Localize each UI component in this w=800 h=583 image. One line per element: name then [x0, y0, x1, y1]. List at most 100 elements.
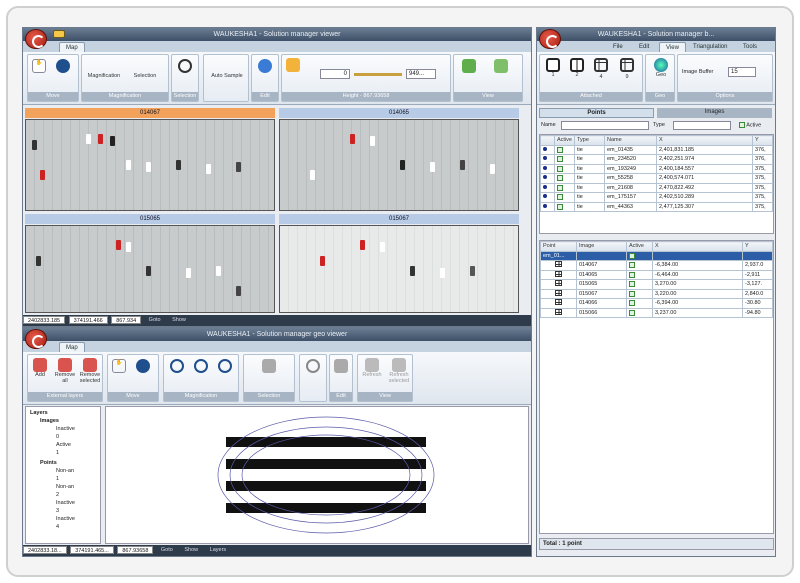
tree-images[interactable]: Images: [40, 417, 59, 425]
active-checkbox[interactable]: [629, 300, 635, 307]
app-orb-button[interactable]: [25, 329, 47, 349]
col-header-image[interactable]: Image: [576, 241, 627, 252]
crosshair-icon[interactable]: [178, 59, 192, 73]
table-row[interactable]: tie em_21608 2,470,822.492 375,: [540, 182, 773, 193]
image-header-015065[interactable]: 015065: [25, 214, 275, 224]
table-row[interactable]: 014067 -6,384.00 2,937.0: [540, 260, 773, 271]
tree-layers[interactable]: Layers: [30, 409, 48, 417]
goto-button[interactable]: Goto: [145, 315, 165, 326]
col-header-type[interactable]: Type: [574, 135, 605, 146]
image-header-015067[interactable]: 015067: [279, 214, 519, 224]
col-header-y[interactable]: Y: [752, 135, 773, 146]
table-row[interactable]: tie em_55258 2,400,574.071 375,: [540, 173, 773, 184]
image-header-014065[interactable]: 014065: [279, 108, 519, 118]
show-button[interactable]: Show: [168, 315, 190, 326]
table-row[interactable]: tie em_234520 2,402,251.974 376,: [540, 154, 773, 165]
col-header-active[interactable]: Active: [626, 241, 653, 252]
active-checkbox[interactable]: [629, 281, 635, 288]
table-row[interactable]: 014065 -6,464.00 -2,911: [540, 269, 773, 280]
image-header-014067[interactable]: 014067: [25, 108, 275, 118]
tab-edit[interactable]: Edit: [633, 42, 655, 52]
y-coordinate-field[interactable]: 374191.466: [68, 316, 108, 324]
active-checkbox[interactable]: [557, 184, 563, 191]
tab-map[interactable]: Map: [59, 342, 85, 352]
layout-1-button[interactable]: 1: [544, 58, 562, 78]
layers-button[interactable]: Layers: [206, 545, 231, 556]
col-header-x[interactable]: X: [656, 135, 753, 146]
active-checkbox[interactable]: [629, 290, 635, 297]
quick-access-icon[interactable]: [53, 30, 65, 38]
col-header-point[interactable]: Point: [540, 241, 577, 252]
add-layer-button[interactable]: Add: [29, 358, 51, 378]
refresh-selected-button[interactable]: Refresh selected: [386, 358, 412, 384]
edit-icon[interactable]: [334, 359, 348, 373]
height-max-field[interactable]: 949...: [406, 69, 436, 79]
x-coordinate-field[interactable]: 2402833.185: [23, 316, 66, 324]
zoom-in-icon[interactable]: [170, 359, 184, 373]
active-checkbox[interactable]: [629, 252, 635, 259]
tab-triangulation[interactable]: Triangulation: [687, 42, 733, 52]
table-row[interactable]: 014066 -6,394.00 -30.80: [540, 298, 773, 309]
remove-all-button[interactable]: Remove all: [53, 358, 77, 384]
col-header-y[interactable]: Y: [742, 241, 773, 252]
tree-points[interactable]: Points: [40, 459, 57, 467]
goto-button[interactable]: Goto: [157, 545, 177, 556]
col-header-x[interactable]: X: [652, 241, 743, 252]
hand-icon[interactable]: ✋: [32, 59, 46, 73]
app-orb-button[interactable]: [539, 29, 561, 49]
table-row[interactable]: tie em_193249 2,400,184.557 375,: [540, 163, 773, 174]
layout-4-button[interactable]: 4: [592, 58, 610, 80]
height-value-field[interactable]: 0: [320, 69, 350, 79]
zoom-extent-icon[interactable]: [218, 359, 232, 373]
selected-point-row[interactable]: em_01...: [540, 250, 773, 261]
active-checkbox[interactable]: [557, 194, 563, 201]
active-checkbox[interactable]: [557, 203, 563, 210]
zoom-out-icon[interactable]: [194, 359, 208, 373]
x-coordinate-field[interactable]: 2402833.18...: [23, 546, 67, 554]
tab-tools[interactable]: Tools: [737, 42, 763, 52]
active-checkbox[interactable]: [557, 146, 563, 153]
geo-map-canvas[interactable]: [105, 406, 529, 544]
rotate-icon[interactable]: [56, 59, 70, 73]
geo-button[interactable]: Geo: [650, 58, 672, 78]
height-icon[interactable]: [286, 58, 300, 72]
tab-file[interactable]: File: [607, 42, 629, 52]
col-header[interactable]: [540, 135, 555, 146]
view-icon[interactable]: [462, 59, 476, 73]
aerial-image-014065[interactable]: [279, 119, 519, 211]
active-checkbox[interactable]: [629, 309, 635, 316]
layer-icon[interactable]: [494, 59, 508, 73]
auto-sample-button[interactable]: Auto Sample: [206, 73, 248, 79]
tab-map[interactable]: Map: [59, 42, 85, 52]
active-checkbox[interactable]: [557, 156, 563, 163]
app-orb-button[interactable]: [25, 29, 47, 49]
table-row[interactable]: 015066 3,237.00 -94.80: [540, 307, 773, 318]
col-header-name[interactable]: Name: [604, 135, 657, 146]
tab-view[interactable]: View: [659, 42, 686, 52]
z-coordinate-field[interactable]: 867.934: [111, 316, 142, 324]
selection-button[interactable]: Selection: [126, 73, 164, 79]
aerial-image-015067[interactable]: [279, 225, 519, 313]
z-coordinate-field[interactable]: 867.93658: [117, 546, 154, 554]
active-checkbox[interactable]: [629, 271, 635, 278]
name-filter-input[interactable]: [561, 121, 649, 130]
show-button[interactable]: Show: [180, 545, 202, 556]
layout-2-button[interactable]: 2: [568, 58, 586, 78]
crosshair-icon[interactable]: [306, 359, 320, 373]
height-slider[interactable]: [354, 73, 402, 76]
table-row[interactable]: tie em_175157 2,402,510.289 375,: [540, 192, 773, 203]
hand-icon[interactable]: ✋: [112, 359, 126, 373]
table-row[interactable]: tie em_44363 2,477,125.307 375,: [540, 201, 773, 212]
image-buffer-select[interactable]: 15: [728, 67, 756, 77]
aerial-image-014067[interactable]: [25, 119, 275, 211]
type-filter-select[interactable]: [673, 121, 731, 130]
layout-9-button[interactable]: 9: [618, 58, 636, 80]
active-checkbox[interactable]: [557, 175, 563, 182]
select-points-icon[interactable]: [262, 359, 276, 373]
col-header-active[interactable]: Active: [554, 135, 575, 146]
refresh-button[interactable]: Refresh: [359, 358, 385, 378]
tab-images[interactable]: Images: [657, 108, 772, 118]
tab-points[interactable]: Points: [539, 108, 654, 118]
rotate-icon[interactable]: [136, 359, 150, 373]
magnification-button[interactable]: Magnification: [84, 73, 124, 79]
